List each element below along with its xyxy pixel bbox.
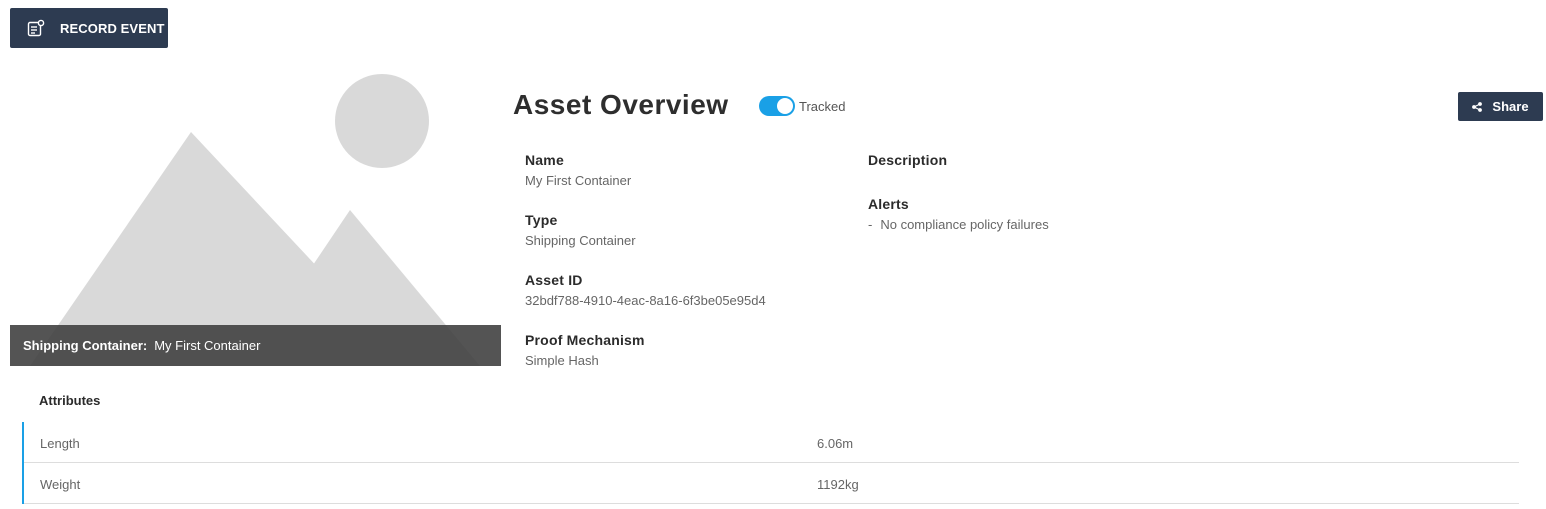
- field-description: Description: [868, 152, 947, 168]
- tracked-label: Tracked: [799, 99, 846, 114]
- record-event-button[interactable]: RECORD EVENT: [10, 8, 168, 48]
- share-button[interactable]: Share: [1458, 92, 1543, 121]
- page-title: Asset Overview: [513, 89, 729, 120]
- alert-bullet: -: [868, 217, 873, 232]
- attributes-title: Attributes: [39, 393, 101, 408]
- field-type-label: Type: [525, 212, 558, 228]
- field-type-value: Shipping Container: [525, 233, 636, 248]
- field-alerts: Alerts - No compliance policy failures: [868, 196, 1049, 232]
- attribute-row: Length 6.06m: [24, 422, 1519, 463]
- record-event-icon: [26, 18, 46, 38]
- alert-text: No compliance policy failures: [880, 217, 1049, 232]
- caption-asset-type: Shipping Container:: [23, 338, 148, 353]
- caption-asset-name: My First Container: [154, 338, 261, 353]
- attributes-table: Length 6.06m Weight 1192kg: [22, 422, 1519, 504]
- field-asset-id: Asset ID 32bdf788-4910-4eac-8a16-6f3be05…: [525, 272, 766, 308]
- field-description-label: Description: [868, 152, 948, 168]
- field-alerts-label: Alerts: [868, 196, 909, 212]
- attribute-value: 1192kg: [817, 477, 859, 492]
- field-name: Name My First Container: [525, 152, 631, 188]
- share-label: Share: [1492, 99, 1529, 114]
- share-icon: [1472, 101, 1483, 112]
- field-asset-id-label: Asset ID: [525, 272, 583, 288]
- asset-image: Shipping Container: My First Container: [10, 68, 501, 366]
- attribute-name: Weight: [40, 477, 81, 492]
- alert-item: - No compliance policy failures: [868, 217, 1049, 232]
- field-proof-label: Proof Mechanism: [525, 332, 645, 348]
- image-placeholder-icon: [30, 74, 480, 366]
- attribute-value: 6.06m: [817, 436, 854, 451]
- tracked-toggle[interactable]: [759, 96, 795, 116]
- attribute-name: Length: [40, 436, 80, 451]
- toggle-knob: [777, 98, 793, 114]
- field-type: Type Shipping Container: [525, 212, 636, 248]
- field-name-label: Name: [525, 152, 564, 168]
- field-proof-mechanism: Proof Mechanism Simple Hash: [525, 332, 645, 368]
- attribute-row: Weight 1192kg: [24, 463, 1519, 504]
- image-caption: Shipping Container: My First Container: [10, 325, 501, 366]
- field-asset-id-value: 32bdf788-4910-4eac-8a16-6f3be05e95d4: [525, 293, 766, 308]
- field-name-value: My First Container: [525, 173, 632, 188]
- record-event-label: RECORD EVENT: [60, 20, 165, 36]
- field-proof-value: Simple Hash: [525, 353, 599, 368]
